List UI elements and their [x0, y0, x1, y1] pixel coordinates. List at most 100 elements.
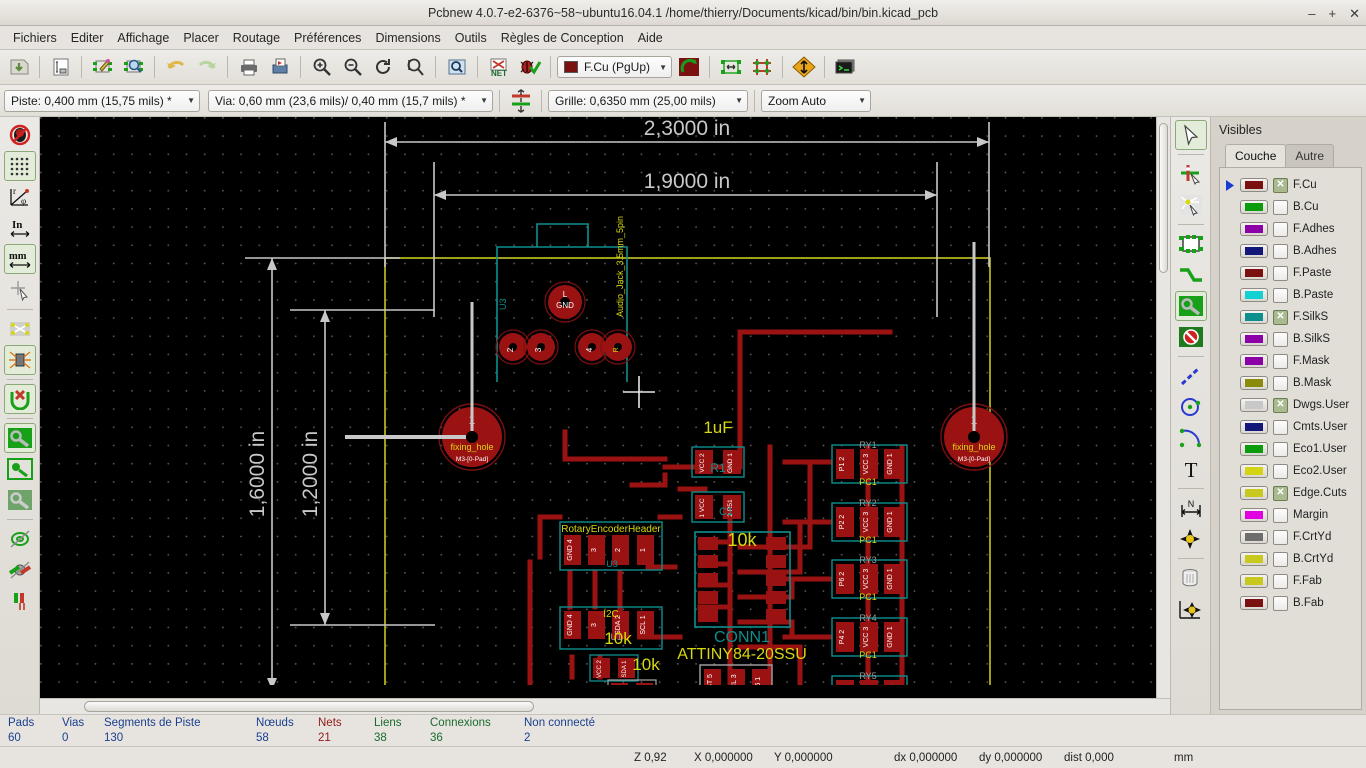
pcb-canvas[interactable]: 2,3000 in 1,9000 in 1,6000 in 1,2000 in …	[40, 117, 1156, 698]
add-target-icon[interactable]	[1175, 524, 1207, 554]
add-zone-icon[interactable]	[1174, 291, 1207, 321]
zoom-area-icon[interactable]	[400, 53, 429, 81]
layer-color-swatch[interactable]	[1240, 266, 1268, 280]
layer-row[interactable]: F.SilkS	[1224, 306, 1357, 328]
layers-tab-autre[interactable]: Autre	[1285, 144, 1335, 167]
layer-row[interactable]: F.Mask	[1224, 350, 1357, 372]
layer-color-swatch[interactable]	[1240, 376, 1268, 390]
layer-color-swatch[interactable]	[1240, 222, 1268, 236]
layer-color-swatch[interactable]	[1240, 596, 1268, 610]
layer-visibility-checkbox[interactable]	[1273, 463, 1288, 479]
layer-row[interactable]: Eco2.User	[1224, 460, 1357, 482]
mode-module-icon[interactable]	[716, 53, 745, 81]
module-ratsnest-icon[interactable]	[3, 345, 36, 375]
layer-color-swatch[interactable]	[1240, 530, 1268, 544]
menu-item-affichage[interactable]: Affichage	[110, 28, 176, 48]
drc-off-icon[interactable]	[4, 120, 36, 150]
auto-delete-track-icon[interactable]	[3, 384, 36, 414]
add-arc-icon[interactable]	[1175, 423, 1207, 453]
menu-item-placer[interactable]: Placer	[176, 28, 225, 48]
add-text-icon[interactable]: T	[1175, 454, 1207, 484]
track-width-selector[interactable]: Piste: 0,400 mm (15,75 mils) * ▼	[4, 89, 200, 112]
redo-icon[interactable]	[192, 53, 221, 81]
layer-row[interactable]: Dwgs.User	[1224, 394, 1357, 416]
grid-selector[interactable]: Grille: 0,6350 mm (25,00 mils) ▼	[548, 89, 748, 112]
highcontrast-icon[interactable]	[789, 53, 818, 81]
open-module-viewer-icon[interactable]	[119, 53, 148, 81]
layer-color-swatch[interactable]	[1240, 288, 1268, 302]
zone-outline-icon[interactable]	[4, 454, 36, 484]
layer-row[interactable]: F.Cu	[1224, 174, 1357, 196]
layer-color-swatch[interactable]	[1240, 574, 1268, 588]
layer-color-swatch[interactable]	[1240, 310, 1268, 324]
close-icon[interactable]: ✕	[1349, 7, 1360, 20]
layer-row[interactable]: B.Cu	[1224, 196, 1357, 218]
layer-row[interactable]: B.Paste	[1224, 284, 1357, 306]
layer-row[interactable]: F.Fab	[1224, 570, 1357, 592]
layer-color-swatch[interactable]	[1240, 486, 1268, 500]
python-console-icon[interactable]	[831, 53, 860, 81]
open-module-editor-icon[interactable]	[88, 53, 117, 81]
layer-color-swatch[interactable]	[1240, 354, 1268, 368]
vias-sketch-icon[interactable]	[4, 555, 36, 585]
minimize-icon[interactable]: –	[1308, 7, 1315, 20]
add-module-icon[interactable]	[1175, 229, 1207, 259]
pads-sketch-icon[interactable]	[4, 524, 36, 554]
add-dimension-icon[interactable]: N	[1175, 493, 1207, 523]
layer-visibility-checkbox[interactable]	[1273, 177, 1288, 193]
layer-visibility-checkbox[interactable]	[1273, 551, 1288, 567]
layer-row[interactable]: F.Adhes	[1224, 218, 1357, 240]
layer-color-swatch[interactable]	[1240, 420, 1268, 434]
netlist-icon[interactable]: NET	[484, 53, 513, 81]
drc-icon[interactable]	[515, 53, 544, 81]
layer-pair-icon[interactable]	[674, 53, 703, 81]
layer-row[interactable]: B.SilkS	[1224, 328, 1357, 350]
layer-color-swatch[interactable]	[1240, 442, 1268, 456]
zoom-out-icon[interactable]	[338, 53, 367, 81]
layer-visibility-checkbox[interactable]	[1273, 573, 1288, 589]
mode-track-icon[interactable]	[747, 53, 776, 81]
page-settings-icon[interactable]	[46, 53, 75, 81]
menu-item-dimensions[interactable]: Dimensions	[368, 28, 447, 48]
menu-item-routage[interactable]: Routage	[226, 28, 287, 48]
zoom-in-icon[interactable]	[307, 53, 336, 81]
layer-selector[interactable]: F.Cu (PgUp) ▼	[557, 56, 672, 78]
polar-coords-icon[interactable]: rφ	[4, 182, 36, 212]
via-size-selector[interactable]: Via: 0,60 mm (23,6 mils)/ 0,40 mm (15,7 …	[208, 89, 493, 112]
add-track-icon[interactable]	[1175, 260, 1207, 290]
layer-visibility-checkbox[interactable]	[1273, 221, 1288, 237]
zone-filled-icon[interactable]	[3, 423, 36, 453]
cursor-shape-icon[interactable]	[4, 275, 36, 305]
auto-track-width-icon[interactable]	[506, 87, 535, 115]
layer-visibility-checkbox[interactable]	[1273, 529, 1288, 545]
units-inches-icon[interactable]: In	[4, 213, 36, 243]
layer-row[interactable]: Edge.Cuts	[1224, 482, 1357, 504]
layer-row[interactable]: Margin	[1224, 504, 1357, 526]
undo-icon[interactable]	[161, 53, 190, 81]
add-circle-icon[interactable]	[1175, 392, 1207, 422]
layer-visibility-checkbox[interactable]	[1273, 441, 1288, 457]
add-line-icon[interactable]	[1175, 361, 1207, 391]
layer-row[interactable]: B.Adhes	[1224, 240, 1357, 262]
layer-color-swatch[interactable]	[1240, 244, 1268, 258]
layer-row[interactable]: B.CrtYd	[1224, 548, 1357, 570]
scrollbar-thumb[interactable]	[1159, 123, 1168, 273]
highlight-net-icon[interactable]	[1175, 159, 1207, 189]
plot-icon[interactable]	[265, 53, 294, 81]
layer-color-swatch[interactable]	[1240, 200, 1268, 214]
menu-item-editer[interactable]: Editer	[64, 28, 111, 48]
grid-visibility-icon[interactable]	[3, 151, 36, 181]
show-ratsnest-icon[interactable]	[4, 314, 36, 344]
canvas-horizontal-scrollbar[interactable]	[40, 698, 1170, 714]
layer-visibility-checkbox[interactable]	[1273, 397, 1288, 413]
layer-visibility-checkbox[interactable]	[1273, 243, 1288, 259]
layers-tab-couche[interactable]: Couche	[1225, 144, 1287, 167]
layer-visibility-checkbox[interactable]	[1273, 419, 1288, 435]
maximize-icon[interactable]: +	[1329, 7, 1337, 20]
layer-visibility-checkbox[interactable]	[1273, 309, 1288, 325]
layer-color-swatch[interactable]	[1240, 552, 1268, 566]
layer-visibility-checkbox[interactable]	[1273, 199, 1288, 215]
scrollbar-thumb[interactable]	[84, 701, 534, 712]
layer-color-swatch[interactable]	[1240, 178, 1268, 192]
layer-color-swatch[interactable]	[1240, 508, 1268, 522]
